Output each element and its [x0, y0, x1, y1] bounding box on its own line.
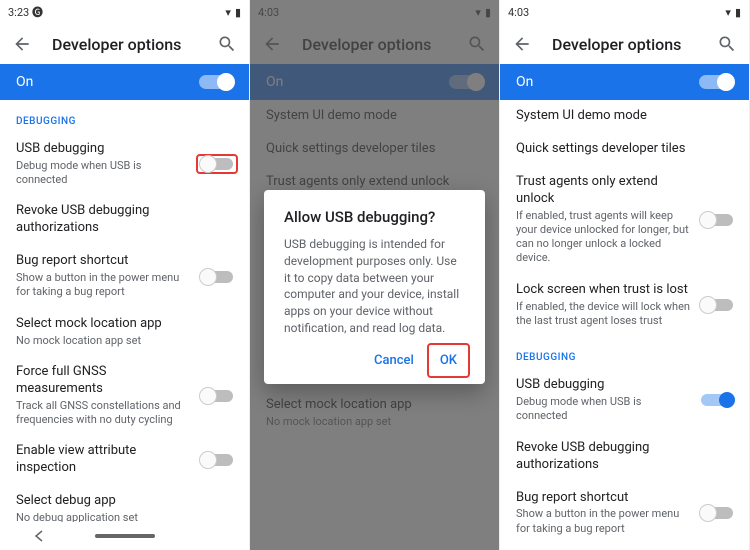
setting-subtitle: If enabled, trust agents will keep your … [516, 209, 691, 266]
setting-row[interactable]: Quick settings developer tiles [500, 133, 749, 166]
toggle-switch[interactable] [201, 454, 233, 466]
setting-title: Force full GNSS measurements [16, 364, 191, 398]
setting-title: Bug report shortcut [516, 490, 691, 507]
master-toggle-row[interactable]: On [500, 64, 749, 100]
on-label: On [16, 74, 33, 90]
setting-subtitle: Show a button in the power menu for taki… [16, 271, 191, 300]
toggle-switch[interactable] [201, 158, 233, 170]
setting-row[interactable]: System UI demo mode [500, 100, 749, 133]
search-icon[interactable] [217, 34, 237, 54]
time: 4:03 [508, 6, 529, 19]
setting-subtitle: Debug mode when USB is connected [516, 395, 691, 424]
search-icon[interactable] [717, 34, 737, 54]
usb-debugging-dialog: Allow USB debugging? USB debugging is in… [264, 190, 485, 384]
dialog-actions: Cancel OK [284, 347, 465, 374]
setting-subtitle: Debug mode when USB is connected [16, 159, 191, 188]
setting-title: USB debugging [16, 141, 191, 158]
setting-row[interactable]: Trust agents only extend unlockIf enable… [500, 166, 749, 274]
setting-row[interactable]: Select mock location appNo mock location… [500, 544, 749, 550]
ok-button[interactable]: OK [432, 347, 465, 374]
section-debugging: DEBUGGING [500, 336, 749, 369]
page-title: Developer options [52, 35, 197, 54]
setting-title: Revoke USB debugging authorizations [16, 203, 233, 237]
toggle-switch[interactable] [701, 507, 733, 519]
battery-icon: ▮ [735, 6, 741, 19]
setting-row[interactable]: Enable view attribute inspection [0, 435, 249, 485]
setting-title: Revoke USB debugging authorizations [516, 440, 733, 474]
time: 3:23 [8, 6, 29, 19]
toggle-switch[interactable] [701, 299, 733, 311]
app-bar: Developer options [0, 24, 249, 64]
toggle-switch[interactable] [701, 394, 733, 406]
status-bar: 4:03 ▾ ▮ [500, 0, 749, 24]
screen-3-usb-enabled: 4:03 ▾ ▮ Developer options On System UI d… [500, 0, 750, 550]
nav-home[interactable] [95, 534, 155, 538]
toggle-switch[interactable] [201, 390, 233, 402]
screen-2-dialog: 4:03 ▾▮ Developer options On System UI d… [250, 0, 500, 550]
settings-list-bottom: USB debuggingDebug mode when USB is conn… [500, 369, 749, 550]
setting-title: Select mock location app [16, 316, 233, 333]
setting-row[interactable]: Force full GNSS measurementsTrack all GN… [0, 356, 249, 435]
page-title: Developer options [552, 35, 697, 54]
setting-row[interactable]: USB debuggingDebug mode when USB is conn… [500, 369, 749, 431]
setting-subtitle: Track all GNSS constellations and freque… [16, 399, 191, 428]
settings-list: USB debuggingDebug mode when USB is conn… [0, 133, 249, 550]
master-toggle[interactable] [199, 75, 233, 89]
section-debugging: DEBUGGING [0, 100, 249, 133]
setting-subtitle: No mock location app set [16, 334, 233, 348]
setting-title: Select debug app [16, 493, 233, 510]
setting-title: Lock screen when trust is lost [516, 282, 691, 299]
on-label: On [516, 74, 533, 90]
setting-title: Trust agents only extend unlock [516, 174, 691, 208]
back-icon[interactable] [12, 34, 32, 54]
setting-row[interactable]: Revoke USB debugging authorizations [0, 195, 249, 245]
nav-back-icon[interactable] [33, 530, 45, 542]
master-toggle[interactable] [699, 75, 733, 89]
toggle-switch[interactable] [201, 271, 233, 283]
setting-row[interactable]: Bug report shortcutShow a button in the … [500, 482, 749, 544]
setting-title: Bug report shortcut [16, 253, 191, 270]
app-bar: Developer options [500, 24, 749, 64]
setting-title: Quick settings developer tiles [516, 141, 733, 158]
setting-title: USB debugging [516, 377, 691, 394]
setting-row[interactable]: Lock screen when trust is lostIf enabled… [500, 274, 749, 336]
screen-1-developer-options: 3:23 🅖 ▾ ▮ Developer options On DEBUGGING… [0, 0, 250, 550]
g-icon: 🅖 [32, 6, 43, 19]
setting-row[interactable]: Bug report shortcutShow a button in the … [0, 245, 249, 307]
setting-title: System UI demo mode [516, 108, 733, 125]
wifi-icon: ▾ [225, 6, 231, 19]
status-bar: 3:23 🅖 ▾ ▮ [0, 0, 249, 24]
setting-subtitle: Show a button in the power menu for taki… [516, 507, 691, 536]
setting-title: Enable view attribute inspection [16, 443, 191, 477]
master-toggle-row[interactable]: On [0, 64, 249, 100]
setting-row[interactable]: USB debuggingDebug mode when USB is conn… [0, 133, 249, 195]
cancel-button[interactable]: Cancel [366, 347, 422, 374]
dialog-body: USB debugging is intended for developmen… [284, 236, 465, 337]
toggle-switch[interactable] [701, 214, 733, 226]
battery-icon: ▮ [235, 6, 241, 19]
setting-row[interactable]: Revoke USB debugging authorizations [500, 432, 749, 482]
wifi-icon: ▾ [725, 6, 731, 19]
setting-subtitle: If enabled, the device will lock when th… [516, 300, 691, 329]
setting-row[interactable]: Select mock location appNo mock location… [0, 308, 249, 356]
settings-list-top: System UI demo mode Quick settings develo… [500, 100, 749, 336]
nav-bar [0, 522, 249, 550]
back-icon[interactable] [512, 34, 532, 54]
dialog-title: Allow USB debugging? [284, 208, 465, 226]
